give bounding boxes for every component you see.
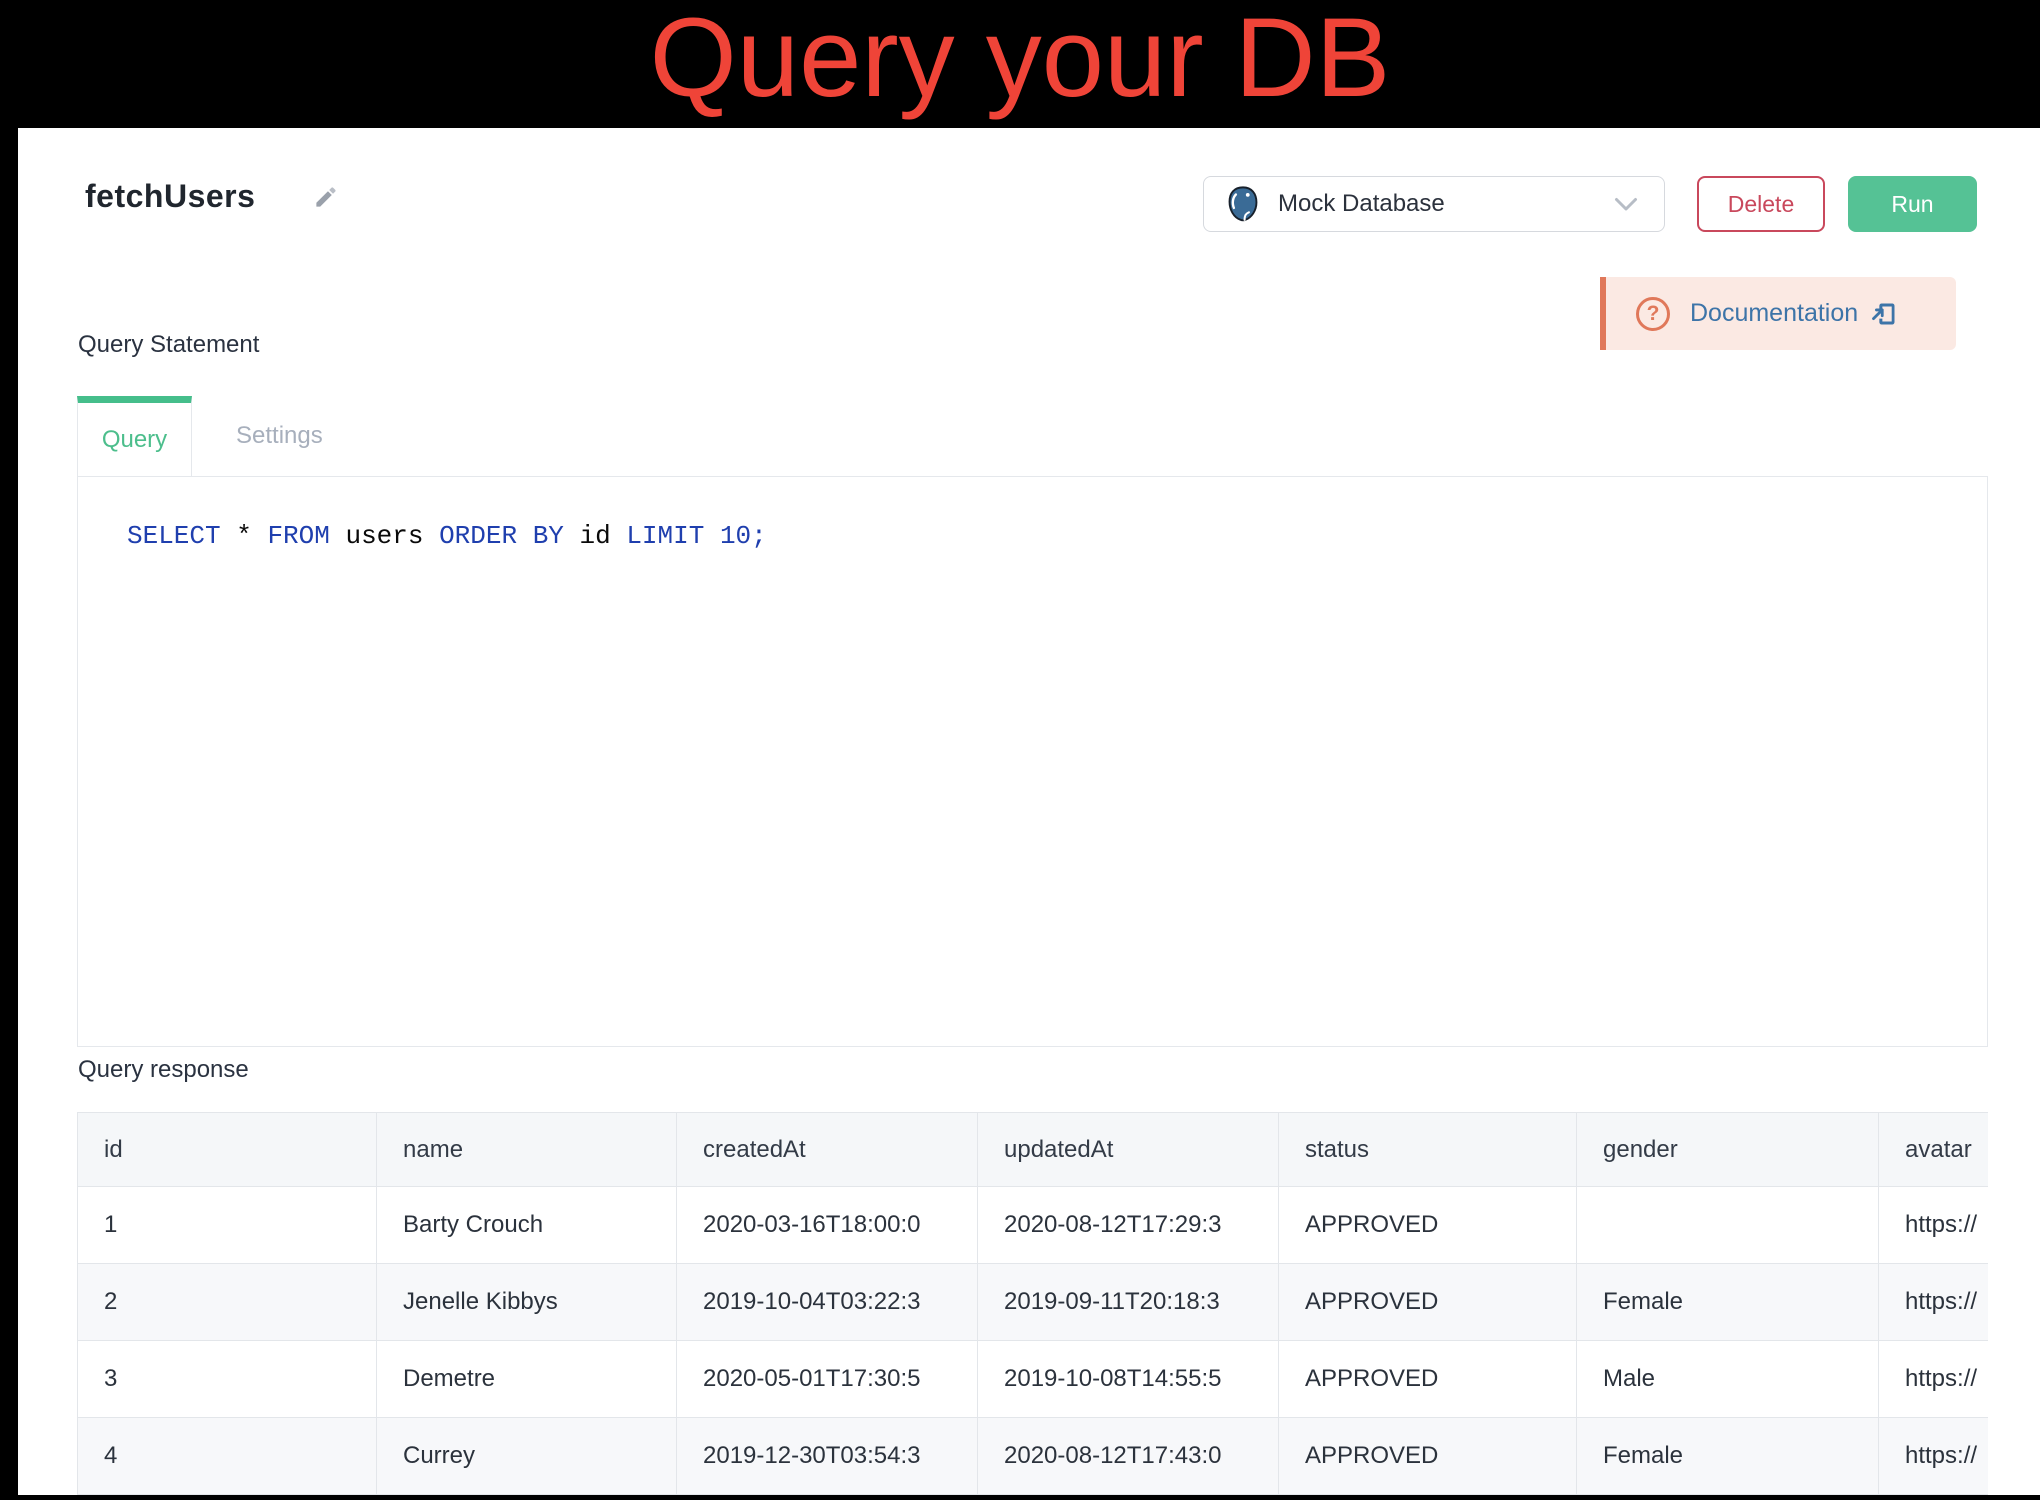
cell: APPROVED [1279, 1418, 1577, 1495]
cell: Currey [377, 1418, 677, 1495]
table-row: 1 Barty Crouch 2020-03-16T18:00:0 2020-0… [78, 1187, 1989, 1264]
cell: https:// [1879, 1187, 1989, 1264]
cell: Female [1577, 1264, 1879, 1341]
cell: Male [1577, 1341, 1879, 1418]
cell: 1 [78, 1187, 377, 1264]
column-header-avatar: avatar [1879, 1113, 1989, 1187]
database-select-value: Mock Database [1278, 190, 1614, 218]
cell: 4 [78, 1418, 377, 1495]
cell: APPROVED [1279, 1341, 1577, 1418]
column-header-createdAt: createdAt [677, 1113, 978, 1187]
cell: https:// [1879, 1418, 1989, 1495]
chevron-down-icon [1614, 197, 1638, 212]
page-banner: Query your DB [0, 0, 2040, 128]
documentation-link[interactable]: ? Documentation [1600, 277, 1956, 350]
cell: APPROVED [1279, 1264, 1577, 1341]
cell: 2019-12-30T03:54:3 [677, 1418, 978, 1495]
cell [1577, 1187, 1879, 1264]
documentation-label: Documentation [1690, 299, 1858, 328]
cell: APPROVED [1279, 1187, 1577, 1264]
cell: 2019-10-04T03:22:3 [677, 1264, 978, 1341]
table-header-row: id name createdAt updatedAt status gende… [78, 1113, 1989, 1187]
cell: 2020-05-01T17:30:5 [677, 1341, 978, 1418]
app-window: fetchUsers Mock Database Delete Run [18, 128, 2040, 1495]
query-response-table[interactable]: id name createdAt updatedAt status gende… [77, 1112, 1988, 1495]
table-row: 3 Demetre 2020-05-01T17:30:5 2019-10-08T… [78, 1341, 1989, 1418]
tab-settings[interactable]: Settings [192, 396, 367, 476]
cell: 2020-08-12T17:43:0 [978, 1418, 1279, 1495]
table-row: 2 Jenelle Kibbys 2019-10-04T03:22:3 2019… [78, 1264, 1989, 1341]
tab-query[interactable]: Query [77, 396, 192, 476]
page-banner-title: Query your DB [650, 2, 1391, 114]
external-link-icon [1870, 300, 1898, 328]
sql-editor[interactable]: SELECT * FROM users ORDER BY id LIMIT 10… [77, 476, 1988, 1047]
cell: 2020-03-16T18:00:0 [677, 1187, 978, 1264]
column-header-status: status [1279, 1113, 1577, 1187]
query-response-label: Query response [78, 1056, 249, 1084]
statement-tabs: Query Settings [77, 396, 367, 476]
cell: Barty Crouch [377, 1187, 677, 1264]
sql-statement: SELECT * FROM users ORDER BY id LIMIT 10… [78, 477, 1987, 551]
cell: Jenelle Kibbys [377, 1264, 677, 1341]
cell: 2 [78, 1264, 377, 1341]
table-row: 4 Currey 2019-12-30T03:54:3 2020-08-12T1… [78, 1418, 1989, 1495]
help-icon: ? [1636, 297, 1670, 331]
postgres-icon [1224, 185, 1262, 223]
delete-button[interactable]: Delete [1697, 176, 1825, 232]
cell: Female [1577, 1418, 1879, 1495]
query-name-row: fetchUsers [85, 178, 340, 215]
cell: https:// [1879, 1264, 1989, 1341]
column-header-name: name [377, 1113, 677, 1187]
column-header-gender: gender [1577, 1113, 1879, 1187]
column-header-id: id [78, 1113, 377, 1187]
run-button[interactable]: Run [1848, 176, 1977, 232]
cell: Demetre [377, 1341, 677, 1418]
query-statement-label: Query Statement [78, 331, 259, 359]
cell: 2019-10-08T14:55:5 [978, 1341, 1279, 1418]
cell: 2019-09-11T20:18:3 [978, 1264, 1279, 1341]
column-header-updatedAt: updatedAt [978, 1113, 1279, 1187]
cell: https:// [1879, 1341, 1989, 1418]
query-name-title: fetchUsers [85, 178, 255, 215]
cell: 3 [78, 1341, 377, 1418]
database-select[interactable]: Mock Database [1203, 176, 1665, 232]
cell: 2020-08-12T17:29:3 [978, 1187, 1279, 1264]
edit-icon[interactable] [313, 183, 340, 210]
